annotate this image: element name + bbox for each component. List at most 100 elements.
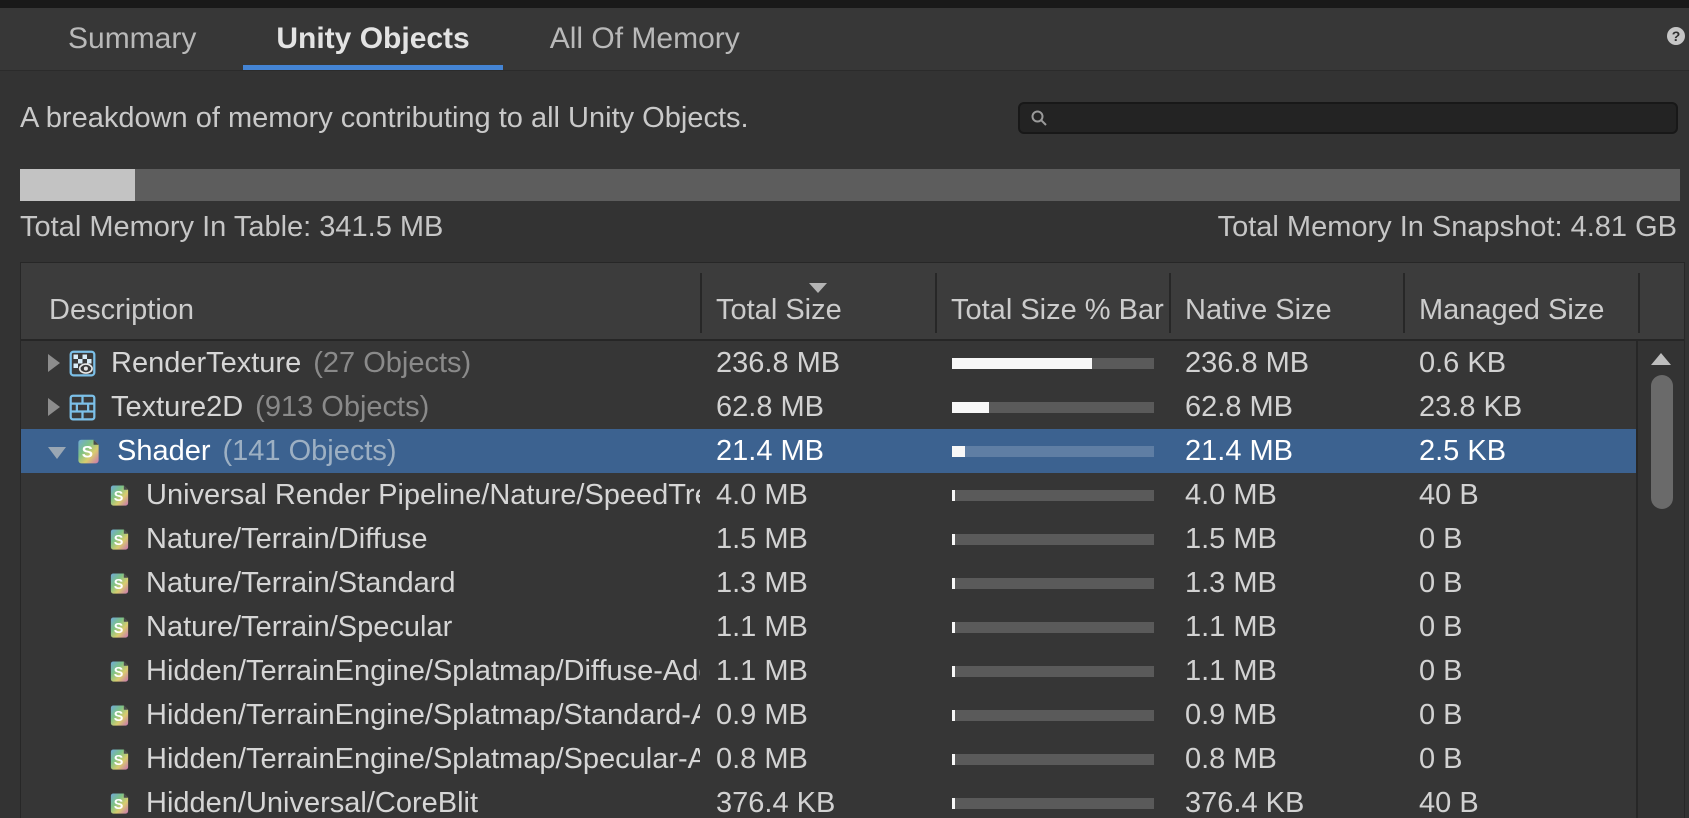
svg-text:S: S (114, 796, 124, 812)
table-row[interactable]: RenderTexture (27 Objects) 236.8 MB 236.… (21, 341, 1684, 385)
shader-icon: S (108, 616, 131, 639)
native-size-cell: 4.0 MB (1169, 479, 1403, 512)
memory-usage-bar (20, 169, 1680, 201)
shader-icon: S (108, 572, 131, 595)
svg-text:S: S (114, 488, 124, 504)
description-cell: S Hidden/TerrainEngine/Splatmap/Diffuse-… (21, 649, 700, 693)
description-cell: S Hidden/Universal/CoreBlit (21, 781, 700, 818)
native-size-cell: 0.8 MB (1169, 743, 1403, 776)
total-size-cell: 376.4 KB (700, 787, 935, 818)
render-texture-icon (69, 350, 96, 377)
scroll-up-icon[interactable] (1651, 353, 1671, 365)
table-row[interactable]: S Nature/Terrain/Specular 1.1 MB 1.1 MB … (21, 605, 1684, 649)
percent-bar-cell (935, 446, 1169, 457)
row-name: Texture2D (111, 391, 243, 424)
native-size-cell: 376.4 KB (1169, 787, 1403, 818)
row-name: Nature/Terrain/Specular (146, 611, 452, 644)
percent-bar-fill (952, 446, 965, 457)
total-memory-in-snapshot: Total Memory In Snapshot: 4.81 GB (1218, 211, 1677, 244)
percent-bar-track (952, 490, 1154, 501)
percent-bar-cell (935, 490, 1169, 501)
vertical-scrollbar[interactable] (1636, 341, 1684, 818)
total-size-cell: 21.4 MB (700, 435, 935, 468)
managed-size-cell: 0 B (1403, 743, 1638, 776)
tab-summary[interactable]: Summary (35, 8, 229, 70)
percent-bar-track (952, 446, 1154, 457)
shader-icon: S (108, 704, 131, 727)
svg-text:S: S (114, 664, 124, 680)
tab-unity-objects[interactable]: Unity Objects (243, 8, 502, 70)
percent-bar-cell (935, 578, 1169, 589)
percent-bar-fill (952, 578, 955, 589)
column-header-description[interactable]: Description (21, 263, 700, 339)
search-input[interactable] (1056, 104, 1666, 132)
managed-size-cell: 40 B (1403, 479, 1638, 512)
table-row[interactable]: S Hidden/TerrainEngine/Splatmap/Specular… (21, 737, 1684, 781)
shader-icon: S (108, 792, 131, 815)
percent-bar-track (952, 622, 1154, 633)
row-name: Universal Render Pipeline/Nature/SpeedTr… (146, 479, 700, 512)
native-size-cell: 1.5 MB (1169, 523, 1403, 556)
description-cell: S Hidden/TerrainEngine/Splatmap/Specular… (21, 737, 700, 781)
help-icon[interactable]: ? (1667, 27, 1685, 45)
description-cell: S Universal Render Pipeline/Nature/Speed… (21, 473, 700, 517)
search-box[interactable] (1018, 102, 1678, 134)
row-name: Hidden/TerrainEngine/Splatmap/Standard-A… (146, 699, 700, 732)
svg-text:S: S (114, 752, 124, 768)
expander-icon[interactable] (48, 447, 66, 459)
table-row[interactable]: Texture2D (913 Objects) 62.8 MB 62.8 MB … (21, 385, 1684, 429)
total-size-cell: 0.9 MB (700, 699, 935, 732)
description-cell: S Nature/Terrain/Diffuse (21, 517, 700, 561)
total-size-cell: 4.0 MB (700, 479, 935, 512)
expander-icon[interactable] (48, 398, 60, 416)
managed-size-cell: 40 B (1403, 787, 1638, 818)
total-size-cell: 1.1 MB (700, 655, 935, 688)
row-object-count: (27 Objects) (313, 347, 471, 380)
description-cell: Texture2D (913 Objects) (21, 385, 700, 429)
svg-text:S: S (82, 442, 93, 461)
table-row[interactable]: S Universal Render Pipeline/Nature/Speed… (21, 473, 1684, 517)
expander-icon[interactable] (48, 354, 60, 372)
memory-usage-fill (20, 169, 135, 201)
search-icon (1030, 109, 1048, 127)
table-row[interactable]: S Hidden/Universal/CoreBlit 376.4 KB 376… (21, 781, 1684, 818)
table-row[interactable]: S Nature/Terrain/Diffuse 1.5 MB 1.5 MB 0… (21, 517, 1684, 561)
percent-bar-track (952, 666, 1154, 677)
native-size-cell: 236.8 MB (1169, 347, 1403, 380)
row-name: Nature/Terrain/Standard (146, 567, 456, 600)
scrollbar-thumb[interactable] (1651, 375, 1673, 509)
tab-all-of-memory[interactable]: All Of Memory (517, 8, 773, 70)
table-row[interactable]: S Nature/Terrain/Standard 1.3 MB 1.3 MB … (21, 561, 1684, 605)
column-header-total-size[interactable]: Total Size (700, 263, 935, 339)
percent-bar-fill (952, 710, 955, 721)
percent-bar-fill (952, 402, 989, 413)
total-size-cell: 1.1 MB (700, 611, 935, 644)
percent-bar-cell (935, 754, 1169, 765)
shader-icon: S (108, 660, 131, 683)
percent-bar-track (952, 534, 1154, 545)
total-size-cell: 0.8 MB (700, 743, 935, 776)
percent-bar-fill (952, 798, 955, 809)
column-header-label: Total Size (716, 294, 842, 327)
percent-bar-cell (935, 710, 1169, 721)
column-header-total-size-percent-bar[interactable]: Total Size % Bar (935, 263, 1169, 339)
table-row[interactable]: S Hidden/TerrainEngine/Splatmap/Standard… (21, 693, 1684, 737)
description-cell: S Nature/Terrain/Standard (21, 561, 700, 605)
managed-size-cell: 0 B (1403, 567, 1638, 600)
column-header-native-size[interactable]: Native Size (1169, 263, 1403, 339)
page-description: A breakdown of memory contributing to al… (20, 102, 749, 135)
column-header-managed-size[interactable]: Managed Size (1403, 263, 1638, 339)
managed-size-cell: 0 B (1403, 611, 1638, 644)
shader-icon: S (108, 484, 131, 507)
row-name: RenderTexture (111, 347, 301, 380)
total-size-cell: 236.8 MB (700, 347, 935, 380)
managed-size-cell: 0 B (1403, 523, 1638, 556)
percent-bar-track (952, 754, 1154, 765)
percent-bar-cell (935, 402, 1169, 413)
svg-text:S: S (114, 708, 124, 724)
percent-bar-track (952, 578, 1154, 589)
table-header: Description Total Size Total Size % Bar … (21, 263, 1684, 341)
native-size-cell: 21.4 MB (1169, 435, 1403, 468)
table-row[interactable]: S Shader (141 Objects) 21.4 MB 21.4 MB 2… (21, 429, 1684, 473)
table-row[interactable]: S Hidden/TerrainEngine/Splatmap/Diffuse-… (21, 649, 1684, 693)
